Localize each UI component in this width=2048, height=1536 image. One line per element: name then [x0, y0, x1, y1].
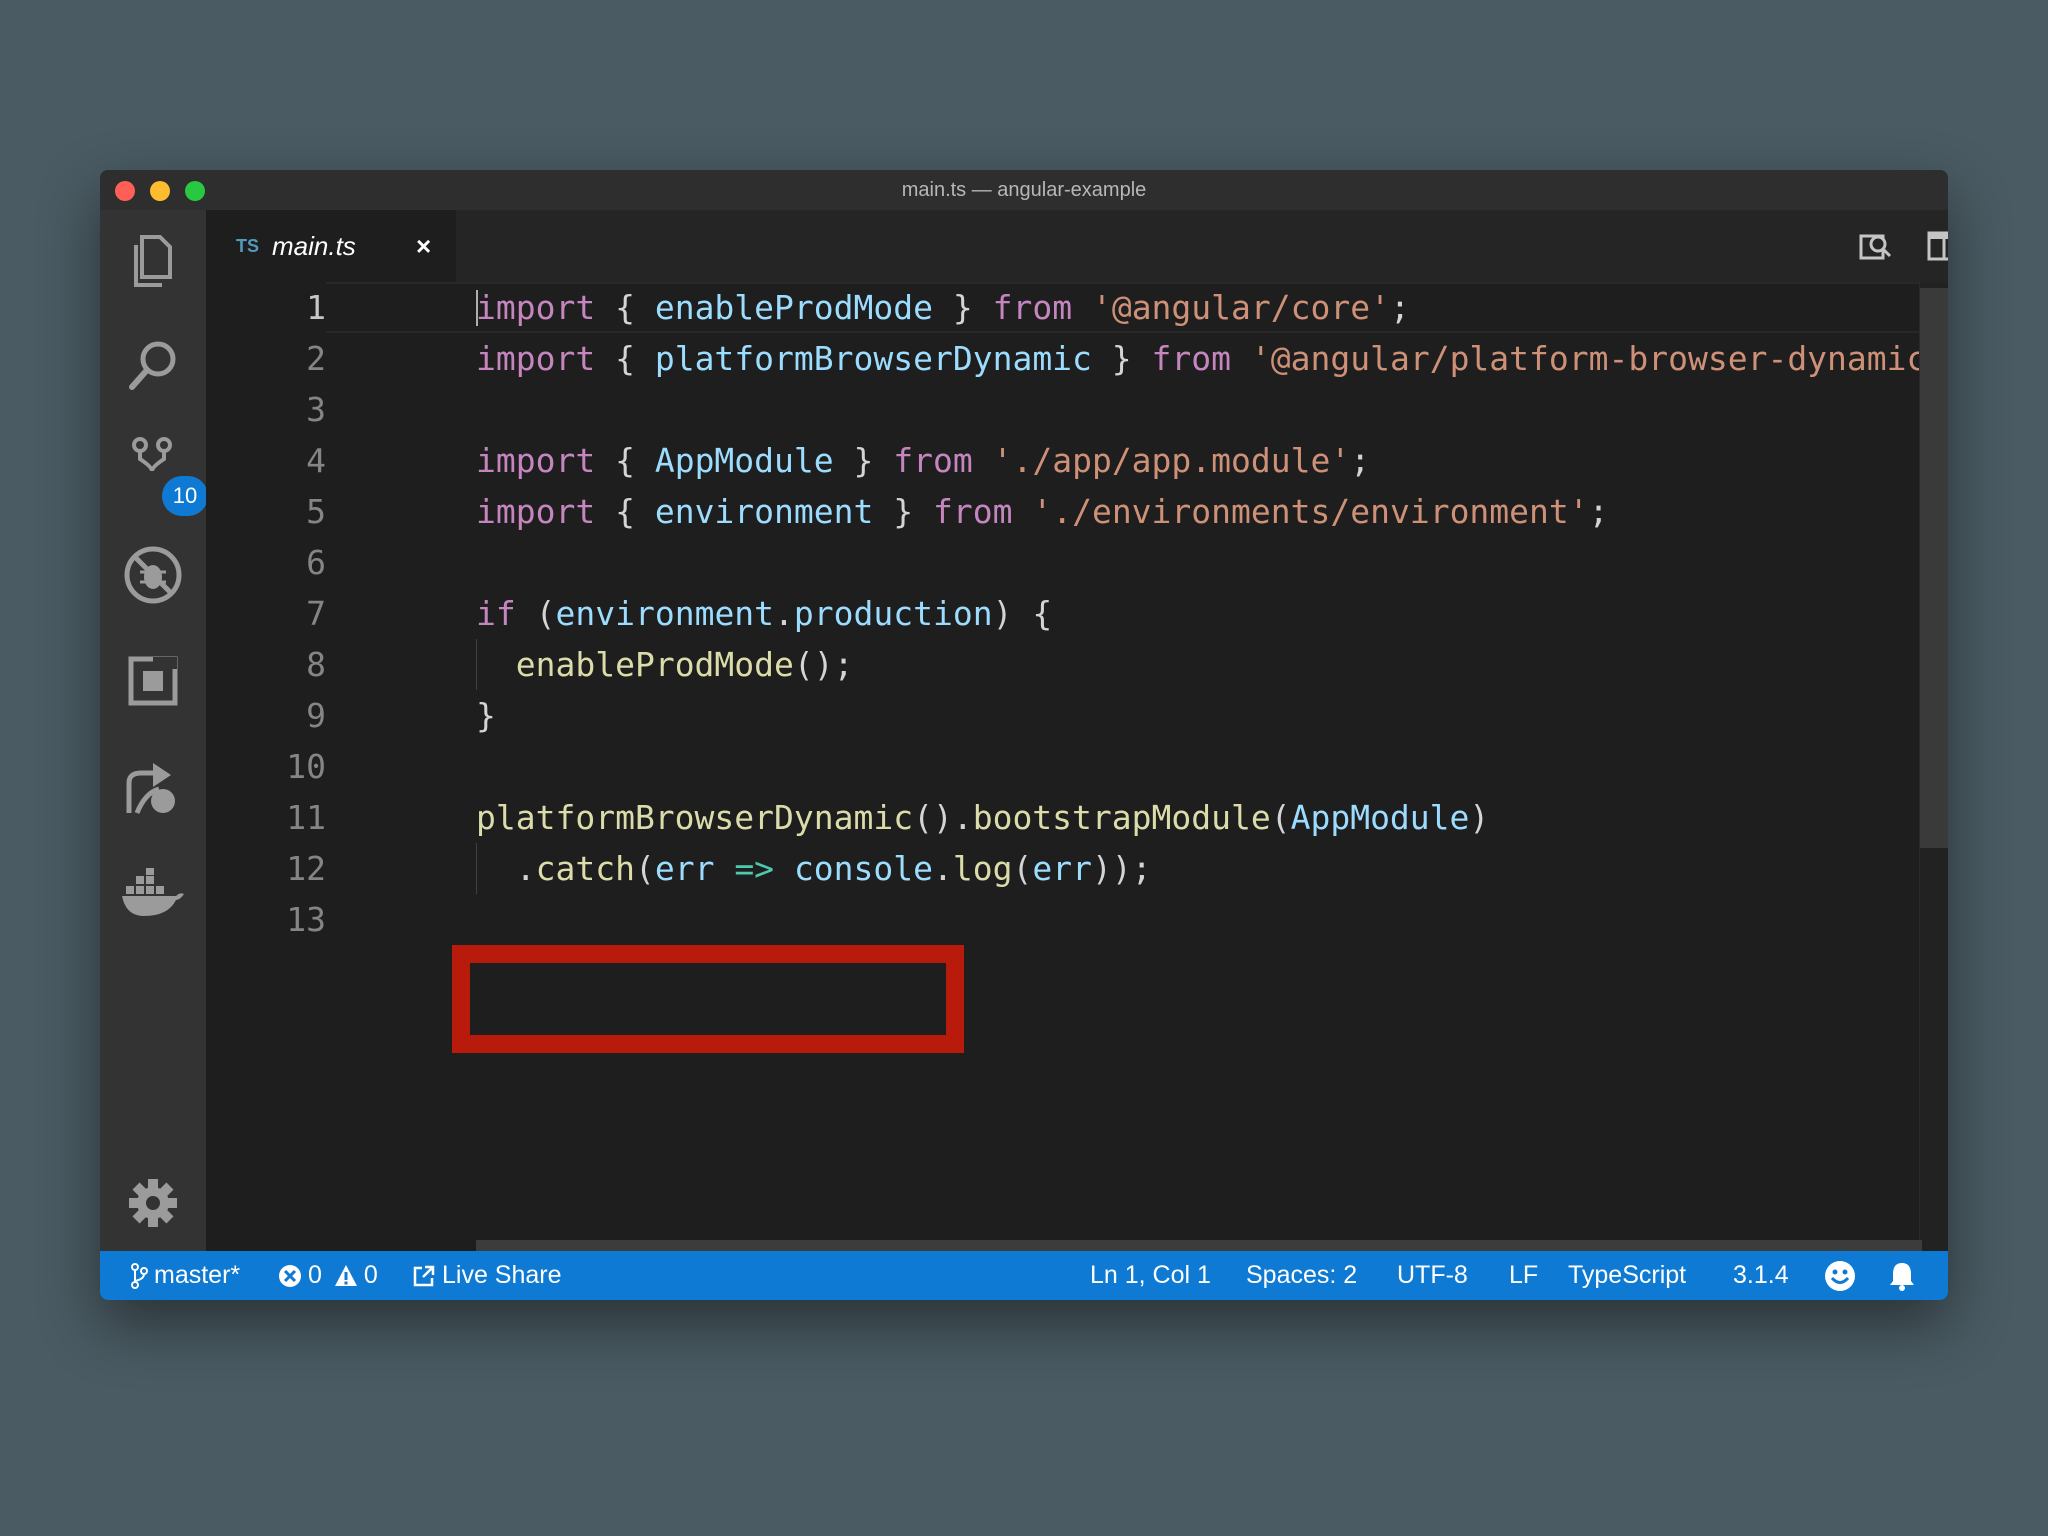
text-cursor — [476, 290, 478, 326]
split-editor-icon — [1927, 231, 1948, 261]
live-share-icon — [126, 763, 175, 814]
problems-indicator[interactable]: 0 0 — [278, 1251, 378, 1300]
git-branch-icon — [131, 1262, 148, 1289]
tab-main-ts[interactable]: TS main.ts × — [206, 210, 456, 282]
code-line: .catch(err => console.log(err)); — [476, 849, 1152, 888]
vertical-scrollbar[interactable] — [1919, 282, 1948, 1251]
line-number: 2 — [306, 339, 326, 378]
line-number: 5 — [306, 492, 326, 531]
search-icon — [129, 341, 176, 390]
tab-label: main.ts — [272, 231, 356, 261]
files-icon — [134, 235, 172, 287]
vertical-scrollbar-thumb[interactable] — [1920, 288, 1948, 848]
line-number: 10 — [286, 747, 326, 786]
debug-icon — [124, 546, 182, 604]
settings-button[interactable] — [120, 1170, 186, 1236]
line-number: 7 — [306, 594, 326, 633]
docker-icon — [122, 868, 184, 916]
line-number-gutter: 1 2 3 4 5 6 7 8 9 10 11 12 13 — [206, 282, 326, 1251]
live-share-status[interactable]: Live Share — [412, 1251, 562, 1300]
live-share-label: Live Share — [442, 1261, 562, 1289]
line-number: 8 — [306, 645, 326, 684]
line-number: 9 — [306, 696, 326, 735]
code-line: if (environment.production) { — [476, 594, 1053, 633]
horizontal-scrollbar[interactable] — [476, 1240, 1922, 1251]
code-line: import { AppModule } from './app/app.mod… — [476, 441, 1371, 480]
window-title: main.ts — angular-example — [901, 179, 1147, 201]
code-line: enableProdMode(); — [515, 645, 854, 684]
code-line: } — [476, 696, 496, 735]
open-changes-button[interactable] — [1856, 226, 1896, 266]
code-editor[interactable]: 1 2 3 4 5 6 7 8 9 10 11 12 13 import { e… — [206, 282, 1948, 1251]
activity-bar: 10 — [100, 210, 208, 1251]
code-line: import { environment } from './environme… — [476, 492, 1609, 531]
error-count: 0 — [308, 1261, 322, 1289]
typescript-file-icon: TS — [236, 236, 260, 256]
cursor-position[interactable]: Ln 1, Col 1 — [1090, 1251, 1211, 1300]
language-mode[interactable]: TypeScript — [1568, 1251, 1686, 1300]
encoding-setting[interactable]: UTF-8 — [1397, 1251, 1468, 1300]
warning-icon — [334, 1264, 357, 1286]
branch-indicator[interactable]: master* — [130, 1251, 240, 1300]
search-button[interactable] — [120, 332, 186, 398]
error-icon — [279, 1264, 301, 1287]
branch-name: master* — [154, 1261, 241, 1289]
editor-window: main.ts — angular-example 10 TS main.ts … — [100, 170, 1948, 1300]
typescript-version[interactable]: 3.1.4 — [1733, 1251, 1789, 1300]
explorer-button[interactable] — [120, 228, 186, 294]
line-number: 3 — [306, 390, 326, 429]
source-control-badge: 10 — [162, 476, 208, 516]
docker-button[interactable] — [120, 860, 186, 926]
title-bar: main.ts — angular-example — [100, 170, 1948, 211]
debug-button[interactable] — [120, 542, 186, 608]
feedback-button[interactable] — [1824, 1251, 1862, 1300]
code-line: import { enableProdMode } from '@angular… — [476, 288, 1410, 327]
tab-bar: TS main.ts × — [206, 210, 1948, 282]
close-tab-icon[interactable]: × — [416, 210, 431, 282]
gear-icon — [129, 1179, 177, 1227]
status-bar: master* 0 0 Live Share Ln 1, Col 1 Space… — [100, 1251, 1948, 1300]
split-editor-button[interactable] — [1924, 226, 1948, 266]
line-number: 13 — [286, 900, 326, 939]
extensions-button[interactable] — [120, 648, 186, 714]
share-icon — [413, 1265, 435, 1286]
indentation-setting[interactable]: Spaces: 2 — [1246, 1251, 1357, 1300]
code-line: import { platformBrowserDynamic } from '… — [476, 339, 1948, 378]
line-ending-setting[interactable]: LF — [1509, 1251, 1538, 1300]
code-line: platformBrowserDynamic().bootstrapModule… — [476, 798, 1490, 837]
notifications-button[interactable] — [1888, 1251, 1922, 1300]
line-number: 6 — [306, 543, 326, 582]
highlight-annotation-box — [452, 945, 964, 1053]
line-number: 12 — [286, 849, 326, 888]
source-control-button[interactable]: 10 — [120, 430, 208, 516]
smiley-icon — [1825, 1260, 1855, 1291]
bell-icon — [1890, 1262, 1914, 1291]
extensions-icon — [128, 656, 178, 706]
line-number: 1 — [306, 288, 326, 327]
warning-count: 0 — [363, 1261, 378, 1289]
live-share-button[interactable] — [120, 756, 186, 822]
line-number: 11 — [286, 798, 326, 837]
line-number: 4 — [306, 441, 326, 480]
compare-changes-icon — [1859, 234, 1892, 260]
